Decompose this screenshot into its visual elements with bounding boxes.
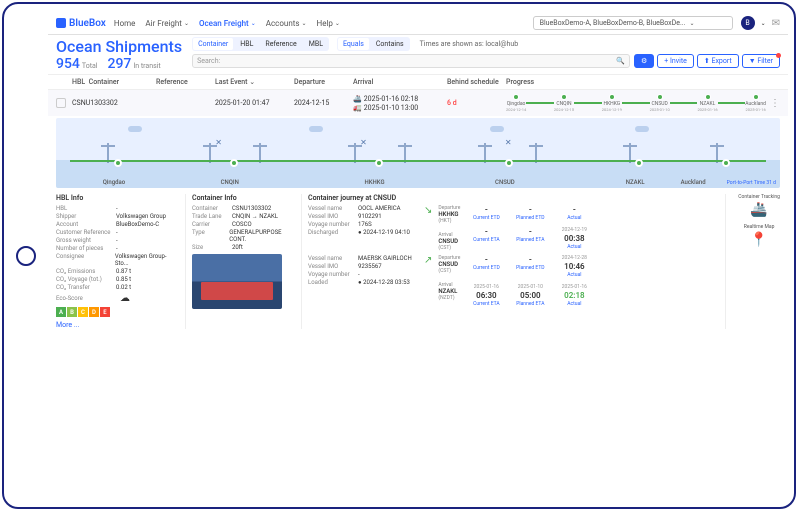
search-icon: 🔍 <box>616 57 625 65</box>
co2-icon: ☁ <box>120 293 130 304</box>
avatar[interactable]: B <box>741 16 755 30</box>
header: BlueBox Home Air Freight⌄ Ocean Freight⌄… <box>48 12 788 35</box>
pill-mbl[interactable]: MBL <box>304 38 328 50</box>
filter-pills: Container HBL Reference MBL <box>192 37 329 51</box>
journey-visualization: ✕✕✕ Qingdao CNQIN HKHKG CNSUD NZAKL Auck… <box>56 118 780 188</box>
ship-icon: 🚢 <box>750 202 767 218</box>
tablet-home-button[interactable] <box>16 246 36 266</box>
port-to-port-time: Port-to-Port Time 31 d <box>727 180 776 186</box>
arrow-down-icon: ↘ <box>424 205 432 216</box>
nav-accounts[interactable]: Accounts⌄ <box>266 19 307 28</box>
nav-air-freight[interactable]: Air Freight⌄ <box>145 19 189 28</box>
invite-button[interactable]: + Invite <box>657 54 694 68</box>
map-pin-icon: 📍 <box>750 232 767 248</box>
more-icon[interactable]: ⋮ <box>770 98 780 109</box>
match-pills: Equals Contains <box>337 37 410 51</box>
chevron-down-icon[interactable]: ⌄ <box>761 20 766 27</box>
pill-hbl[interactable]: HBL <box>235 38 258 50</box>
search-input[interactable]: Search:🔍 <box>192 54 630 68</box>
nav: Home Air Freight⌄ Ocean Freight⌄ Account… <box>114 19 340 28</box>
settings-button[interactable]: ⚙ <box>634 54 654 68</box>
pill-container[interactable]: Container <box>193 38 233 50</box>
progress-bar: Qingdao2024-12-14CNQIN2024-12-15HKHKG202… <box>506 94 766 112</box>
chevron-down-icon: ⌄ <box>184 20 189 27</box>
chevron-down-icon: ⌄ <box>689 20 694 27</box>
timezone-indicator: Times are shown as: local@hub <box>420 40 519 48</box>
account-selector[interactable]: BlueBoxDemo-A, BlueBoxDemo-B, BlueBoxDe.… <box>533 16 733 30</box>
stat-total: 954 <box>56 56 80 72</box>
container-image <box>192 254 282 309</box>
nav-ocean-freight[interactable]: Ocean Freight⌄ <box>199 19 256 28</box>
stats: 954Total 297In transit <box>56 56 182 72</box>
cell-departure: 2024-12-15 <box>294 99 349 107</box>
chevron-down-icon: ⌄ <box>251 20 256 27</box>
side-tools: Container Tracking🚢 Realtime Map📍 <box>732 194 780 329</box>
cell-behind: 6 d <box>447 99 502 107</box>
logo[interactable]: BlueBox <box>56 18 106 29</box>
cell-last-event: 2025-01-20 01:47 <box>215 99 290 107</box>
hbl-info-panel: HBL Info HBL-ShipperVolkswagen GroupAcco… <box>56 194 186 329</box>
table-row[interactable]: CSNU1303302 2025-01-20 01:47 2024-12-15 … <box>48 90 788 116</box>
pill-contains[interactable]: Contains <box>371 38 409 50</box>
cell-arrival: 🚢2025-01-16 02:18 🚛2025-01-10 13:00 <box>353 95 443 112</box>
more-link[interactable]: More ... <box>56 321 179 329</box>
nav-help[interactable]: Help⌄ <box>317 19 340 28</box>
filter-button[interactable]: ▼ Filter <box>742 54 780 68</box>
page-title: Ocean Shipments <box>56 37 182 56</box>
table-header: HBL Container Reference Last Event ⌄ Dep… <box>48 74 788 90</box>
pill-reference[interactable]: Reference <box>260 38 301 50</box>
row-checkbox[interactable] <box>56 98 66 108</box>
cell-container: CSNU1303302 <box>72 99 152 107</box>
journey-panel: Container journey at CNSUD Vessel nameOO… <box>308 194 726 329</box>
stat-transit: 297 <box>108 56 132 72</box>
truck-icon: 🚛 <box>353 104 362 112</box>
chevron-down-icon: ⌄ <box>335 20 340 27</box>
ship-icon: 🚢 <box>353 95 362 103</box>
container-tracking-tool[interactable]: Container Tracking🚢 <box>738 194 780 218</box>
nav-home[interactable]: Home <box>114 19 136 28</box>
container-info-panel: Container Info ContainerCSNU1303302Trade… <box>192 194 302 329</box>
realtime-map-tool[interactable]: Realtime Map📍 <box>738 224 780 248</box>
pill-equals[interactable]: Equals <box>338 38 369 50</box>
logo-icon <box>56 18 66 28</box>
envelope-icon[interactable]: ✉ <box>772 18 780 29</box>
arrow-up-icon: ↗ <box>424 255 432 266</box>
export-button[interactable]: ⬆ Export <box>697 54 739 68</box>
eco-score: AB CD E <box>56 307 179 317</box>
chevron-down-icon: ⌄ <box>302 20 307 27</box>
